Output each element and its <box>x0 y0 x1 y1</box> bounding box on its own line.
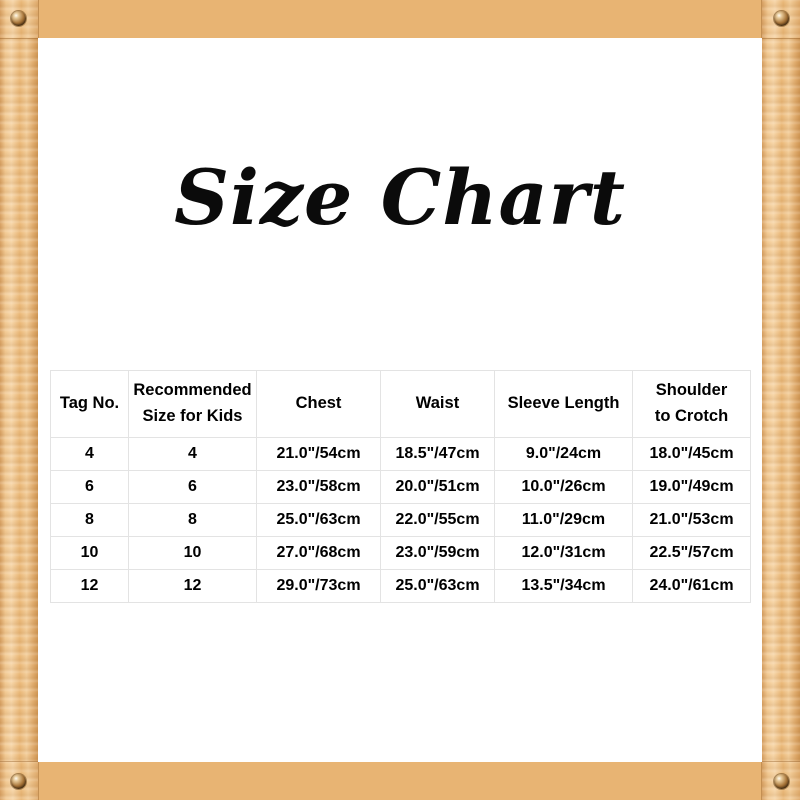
cell-sleeve-length: 12.0"/31cm <box>494 536 633 570</box>
cell-recommended-size: 4 <box>128 437 257 471</box>
cell-tag-no: 10 <box>50 536 129 570</box>
cell-recommended-size: 6 <box>128 470 257 504</box>
frame-plank-top <box>0 0 800 38</box>
cell-tag-no: 6 <box>50 470 129 504</box>
table-header-row: Tag No. Recommended Size for Kids Chest … <box>50 370 751 438</box>
frame-seam-right-top <box>762 38 800 39</box>
frame-plank-bottom <box>0 762 800 800</box>
table-row: 8 8 25.0"/63cm 22.0"/55cm 11.0"/29cm 21.… <box>50 503 751 537</box>
column-header-shoulder-to-crotch-line-1: Shoulder <box>655 381 728 400</box>
cell-sleeve-length: 9.0"/24cm <box>494 437 633 471</box>
table-row: 10 10 27.0"/68cm 23.0"/59cm 12.0"/31cm 2… <box>50 536 751 570</box>
column-header-shoulder-to-crotch: Shoulder to Crotch <box>632 370 751 438</box>
table-row: 12 12 29.0"/73cm 25.0"/63cm 13.5"/34cm 2… <box>50 569 751 603</box>
frame-seam-left-top <box>0 38 38 39</box>
column-header-recommended-size-line-1: Recommended <box>133 381 252 400</box>
cell-sleeve-length: 11.0"/29cm <box>494 503 633 537</box>
column-header-shoulder-to-crotch-line-2: to Crotch <box>654 407 729 425</box>
cell-waist: 18.5"/47cm <box>380 437 495 471</box>
column-header-tag-no: Tag No. <box>50 370 129 438</box>
chart-canvas: Size Chart Tag No. Recommended Size for … <box>38 38 762 762</box>
column-header-waist-line-1: Waist <box>415 394 460 413</box>
size-table-head: Tag No. Recommended Size for Kids Chest … <box>50 370 751 438</box>
cell-shoulder-to-crotch: 21.0"/53cm <box>632 503 751 537</box>
table-row: 6 6 23.0"/58cm 20.0"/51cm 10.0"/26cm 19.… <box>50 470 751 504</box>
cell-shoulder-to-crotch: 22.5"/57cm <box>632 536 751 570</box>
table-row: 4 4 21.0"/54cm 18.5"/47cm 9.0"/24cm 18.0… <box>50 437 751 471</box>
screw-bottom-left-icon <box>11 774 26 789</box>
frame-seam-left-bottom <box>0 761 38 762</box>
cell-recommended-size: 12 <box>128 569 257 603</box>
cell-shoulder-to-crotch: 24.0"/61cm <box>632 569 751 603</box>
cell-waist: 22.0"/55cm <box>380 503 495 537</box>
cell-chest: 23.0"/58cm <box>256 470 381 504</box>
frame-plank-left <box>0 0 38 800</box>
frame-seam-top-right <box>761 0 762 38</box>
column-header-chest: Chest <box>256 370 381 438</box>
size-table: Tag No. Recommended Size for Kids Chest … <box>50 370 751 603</box>
cell-waist: 23.0"/59cm <box>380 536 495 570</box>
frame-seam-top-left <box>38 0 39 38</box>
cell-chest: 25.0"/63cm <box>256 503 381 537</box>
cell-chest: 21.0"/54cm <box>256 437 381 471</box>
column-header-waist: Waist <box>380 370 495 438</box>
cell-recommended-size: 8 <box>128 503 257 537</box>
screw-top-left-icon <box>11 11 26 26</box>
screw-bottom-right-icon <box>774 774 789 789</box>
frame-seam-bottom-left <box>38 762 39 800</box>
cell-tag-no: 8 <box>50 503 129 537</box>
column-header-recommended-size: Recommended Size for Kids <box>128 370 257 438</box>
cell-chest: 29.0"/73cm <box>256 569 381 603</box>
cell-shoulder-to-crotch: 18.0"/45cm <box>632 437 751 471</box>
size-chart-image: Size Chart Tag No. Recommended Size for … <box>0 0 800 800</box>
cell-sleeve-length: 13.5"/34cm <box>494 569 633 603</box>
size-table-body: 4 4 21.0"/54cm 18.5"/47cm 9.0"/24cm 18.0… <box>50 437 751 603</box>
frame-seam-right-bottom <box>762 761 800 762</box>
column-header-tag-no-line-1: Tag No. <box>59 394 120 413</box>
cell-waist: 20.0"/51cm <box>380 470 495 504</box>
column-header-chest-line-1: Chest <box>295 394 342 413</box>
screw-top-right-icon <box>774 11 789 26</box>
frame-seam-bottom-right <box>761 762 762 800</box>
cell-waist: 25.0"/63cm <box>380 569 495 603</box>
cell-sleeve-length: 10.0"/26cm <box>494 470 633 504</box>
cell-tag-no: 4 <box>50 437 129 471</box>
column-header-sleeve-length: Sleeve Length <box>494 370 633 438</box>
cell-tag-no: 12 <box>50 569 129 603</box>
cell-recommended-size: 10 <box>128 536 257 570</box>
cell-shoulder-to-crotch: 19.0"/49cm <box>632 470 751 504</box>
column-header-recommended-size-line-2: Size for Kids <box>142 407 243 425</box>
frame-plank-right <box>762 0 800 800</box>
cell-chest: 27.0"/68cm <box>256 536 381 570</box>
size-table-container: Tag No. Recommended Size for Kids Chest … <box>50 370 751 603</box>
column-header-sleeve-length-line-1: Sleeve Length <box>507 394 620 413</box>
page-title: Size Chart <box>174 153 626 242</box>
